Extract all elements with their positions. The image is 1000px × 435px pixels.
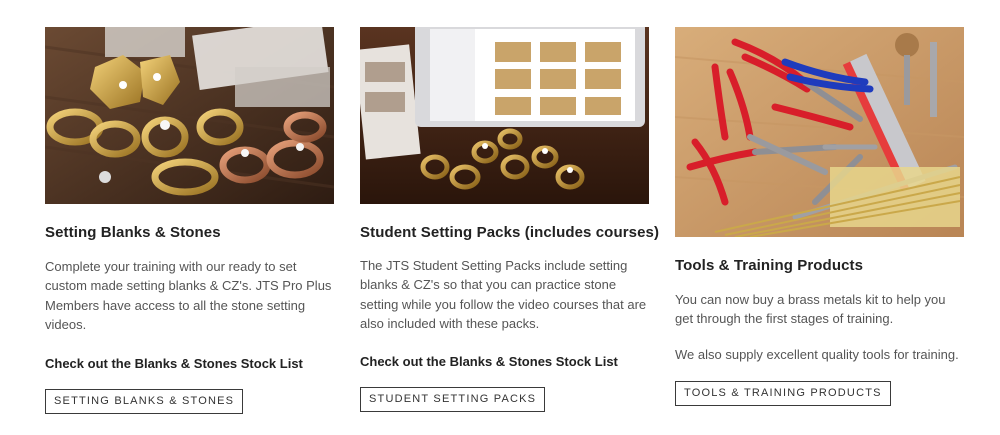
student-packs-image[interactable] — [360, 27, 649, 204]
student-packs-button[interactable]: STUDENT SETTING PACKS — [360, 387, 546, 413]
tools-training-button[interactable]: TOOLS & TRAINING PRODUCTS — [675, 380, 891, 406]
card-title: Tools & Training Products — [675, 257, 864, 274]
card-description: The JTS Student Setting Packs include se… — [360, 258, 647, 331]
product-grid: Setting Blanks & Stones Complete your tr… — [0, 0, 1000, 435]
card-title: Setting Blanks & Stones — [45, 224, 221, 241]
card-setting-blanks: Setting Blanks & Stones Complete your tr… — [45, 27, 337, 415]
card-description: You can now buy a brass metals kit to he… — [675, 292, 946, 327]
card-title: Student Setting Packs (includes courses) — [360, 224, 660, 241]
card-student-packs: Student Setting Packs (includes courses)… — [360, 27, 660, 413]
tools-training-image[interactable] — [675, 27, 964, 237]
setting-blanks-image[interactable] — [45, 27, 334, 204]
card-tools-training: Tools & Training Products You can now bu… — [675, 27, 967, 406]
card-description: Complete your training with our ready to… — [45, 259, 332, 332]
setting-blanks-button[interactable]: SETTING BLANKS & STONES — [45, 389, 244, 415]
stock-list-link[interactable]: Check out the Blanks & Stones Stock List — [45, 356, 337, 371]
stock-list-link[interactable]: Check out the Blanks & Stones Stock List — [360, 354, 652, 369]
card-description-secondary: We also supply excellent quality tools f… — [675, 346, 959, 362]
